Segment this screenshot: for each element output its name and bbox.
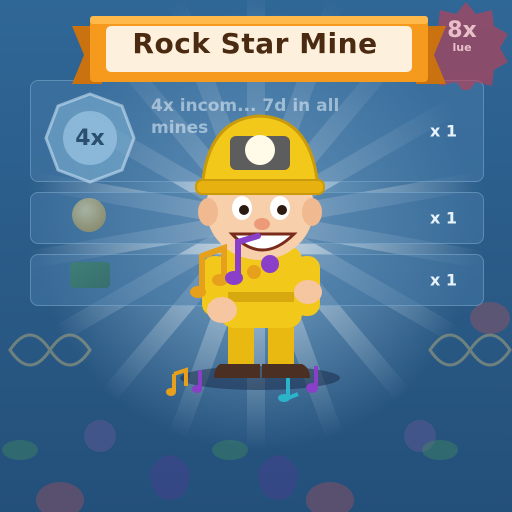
coin-icon — [72, 198, 106, 232]
floor-notes — [166, 366, 318, 402]
reward-multiplier: x 1 — [429, 208, 457, 228]
leaf-icon — [212, 440, 248, 460]
miner-character — [180, 114, 340, 390]
music-note-icon — [192, 370, 202, 393]
reward-multiplier: x 1 — [429, 121, 457, 141]
tulip-icon — [258, 455, 298, 500]
butterfly-right-icon — [428, 333, 512, 367]
leaf-icon — [2, 440, 38, 460]
tulip-icon — [150, 455, 190, 500]
cash-icon — [70, 262, 110, 288]
ladybug-icon — [470, 302, 510, 334]
ladybug-icon — [36, 482, 84, 512]
flower-icon — [84, 420, 116, 452]
boost-badge-label: 4x — [75, 125, 105, 151]
music-note-icon — [166, 367, 188, 396]
leaf-icon — [422, 440, 458, 460]
music-note-icon — [306, 366, 318, 393]
butterfly-left-icon — [8, 333, 92, 367]
music-note-icon — [278, 378, 299, 402]
ladybug-icon — [306, 482, 354, 512]
page-title: Rock Star Mine — [132, 27, 378, 60]
reward-multiplier: x 1 — [429, 270, 457, 290]
